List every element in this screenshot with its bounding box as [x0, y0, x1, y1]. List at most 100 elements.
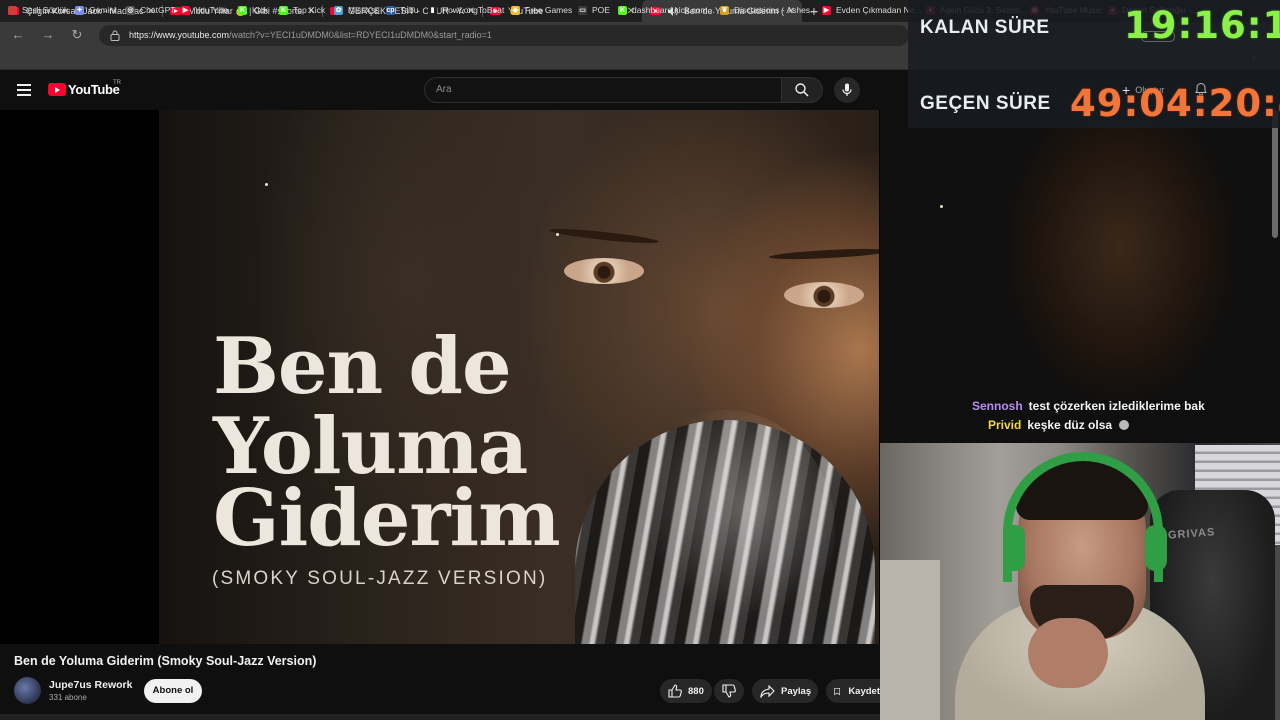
site-info-icon[interactable]: [110, 30, 120, 41]
bookmark-label: Sesli Sözlük: [22, 5, 69, 15]
bookmark-label: HowLongToBeat: [442, 5, 505, 15]
microphone-icon: [842, 83, 852, 96]
logo-region: TR: [113, 80, 121, 86]
remaining-time-label: KALAN SÜRE: [920, 17, 1050, 38]
chat-message: Privid keşke düz olsa: [988, 418, 1130, 432]
bookmark-item[interactable]: cp Tabu: [386, 4, 418, 16]
bookmark-favicon-icon: cp: [386, 5, 395, 15]
bookmark-item[interactable]: ▭ POE: [578, 4, 610, 16]
voice-search-button[interactable]: [834, 77, 860, 103]
bookmark-favicon-icon: ◎: [126, 5, 135, 15]
share-button[interactable]: Paylaş: [752, 679, 818, 703]
forward-arrow-icon[interactable]: →: [40, 27, 56, 43]
share-label: Paylaş: [781, 685, 812, 697]
bookmark-favicon-icon: ▭: [578, 5, 587, 15]
menu-icon[interactable]: [17, 84, 31, 99]
streamer-hand: [1028, 618, 1108, 688]
youtube-play-logo-icon: [48, 83, 66, 96]
chat-username: Sennosh: [972, 399, 1023, 413]
chat-text: test çözerken izlediklerime bak: [1028, 399, 1205, 413]
headset-earcup: [1145, 525, 1167, 571]
video-overlay-title-line: Ben de: [213, 321, 512, 412]
elapsed-time-value: 49:04:20:41: [1070, 82, 1280, 125]
bookmark-favicon-icon: ❦: [720, 5, 729, 15]
subscriber-count: 331 abone: [49, 693, 87, 702]
youtube-logo[interactable]: YouTube TR: [48, 80, 121, 97]
channel-avatar[interactable]: [14, 677, 41, 704]
url-path: /watch?v=YECI1uDMDM0&list=RDYECI1uDMDM0&…: [229, 30, 492, 40]
bookmark-label: Discussions - Ashes...: [734, 5, 818, 15]
elapsed-time-label: GEÇEN SÜRE: [920, 93, 1051, 114]
bookmark-item[interactable]: ▮ HowLongToBeat: [428, 4, 504, 16]
bookmark-item[interactable]: Kdashboard.kick.com...: [618, 4, 715, 16]
bookmark-label: Free Games: [525, 5, 573, 15]
bookmark-favicon-icon: ✿: [334, 5, 343, 15]
bookmark-label: ChatGPT: [140, 5, 176, 15]
back-arrow-icon[interactable]: ←: [10, 27, 26, 43]
search-input[interactable]: Ara: [424, 77, 782, 103]
bookmark-item[interactable]: ❦ Discussions - Ashes...: [720, 4, 817, 16]
bookmark-item[interactable]: ◎ ChatGPT: [126, 4, 175, 16]
bookmark-favicon-icon: K: [618, 5, 627, 15]
bookmark-label: dashboard.kick.com...: [632, 5, 715, 15]
url-host: https://www.youtube.com: [129, 30, 230, 40]
bookmark-favicon-icon: [8, 5, 17, 15]
video-title: Ben de Yoluma Giderim (Smoky Soul-Jazz V…: [14, 654, 317, 668]
background-door: [880, 560, 940, 720]
save-button[interactable]: Kaydet: [826, 679, 880, 703]
bookmark-item[interactable]: Sesli Sözlük: [8, 4, 68, 16]
page-scrollbar[interactable]: [1272, 110, 1278, 238]
dust-particle: [556, 233, 559, 236]
channel-name[interactable]: Jupe7us Rework: [49, 679, 132, 691]
bookmark-label: POE: [592, 5, 610, 15]
bookmark-label: Tabu: [400, 5, 419, 15]
like-count: 880: [688, 685, 704, 697]
bookmark-favicon-icon: ▶: [181, 5, 190, 15]
video-overlay-title-line: Giderim: [213, 473, 561, 564]
eyebrow: [548, 226, 660, 246]
bookmark-item[interactable]: K Top Kick: [279, 4, 325, 16]
bookmark-item[interactable]: ▶ YouTube: [181, 4, 228, 16]
headset-earcup: [1003, 525, 1025, 571]
thumbs-up-icon: [668, 684, 682, 698]
video-overlay-subtitle: (SMOKY SOUL-JAZZ VERSION): [212, 568, 548, 589]
emote-icon: [1119, 420, 1130, 430]
bookmark-favicon-icon: ◆: [511, 5, 520, 15]
remaining-time-value: 19:16:11: [1124, 4, 1280, 47]
bookmark-label: Gemini: [89, 5, 116, 15]
dust-particle: [265, 183, 268, 186]
bookmark-label: MissXss: [348, 5, 380, 15]
logo-text: YouTube: [68, 82, 120, 97]
dust-particle: [940, 205, 943, 208]
bookmark-item[interactable]: ✿ MissXss: [334, 4, 380, 16]
bookmark-item[interactable]: ▶ Evden Çıkmadan Ne...: [822, 4, 922, 16]
search-icon: [795, 83, 809, 97]
chat-message: Sennosh test çözerken izlediklerime bak: [972, 399, 1205, 413]
dislike-button[interactable]: [714, 679, 744, 703]
share-icon: [760, 684, 775, 698]
reload-icon[interactable]: ↻: [69, 27, 85, 43]
bookmark-icon: [834, 687, 841, 695]
bookmark-item[interactable]: K Kick: [238, 4, 268, 16]
subscribe-button[interactable]: Abone ol: [144, 679, 202, 703]
bookmark-favicon-icon: K: [238, 5, 247, 15]
divider: [0, 714, 880, 720]
bookmark-favicon-icon: K: [279, 5, 288, 15]
bookmark-label: Kick: [252, 5, 269, 15]
bookmark-favicon-icon: ▮: [428, 5, 437, 15]
bookmark-item[interactable]: ✦ Gemini: [75, 4, 116, 16]
eye: [784, 282, 864, 308]
bookmark-item[interactable]: ◆ Free Games: [511, 4, 572, 16]
bookmark-label: Top Kick: [293, 5, 326, 15]
url-text: https://www.youtube.com/watch?v=YECI1uDM…: [129, 30, 492, 40]
like-button[interactable]: 880: [660, 679, 712, 703]
chat-username: Privid: [988, 418, 1022, 432]
search-button[interactable]: [781, 77, 823, 103]
eyebrow: [768, 246, 879, 262]
hair-shadow: [1000, 120, 1240, 440]
save-label: Kaydet: [848, 685, 880, 697]
bookmark-label: YouTube: [195, 5, 229, 15]
chat-text: keşke düz olsa: [1027, 418, 1113, 432]
thumbs-down-icon: [722, 684, 736, 698]
bookmark-favicon-icon: ✦: [75, 5, 84, 15]
